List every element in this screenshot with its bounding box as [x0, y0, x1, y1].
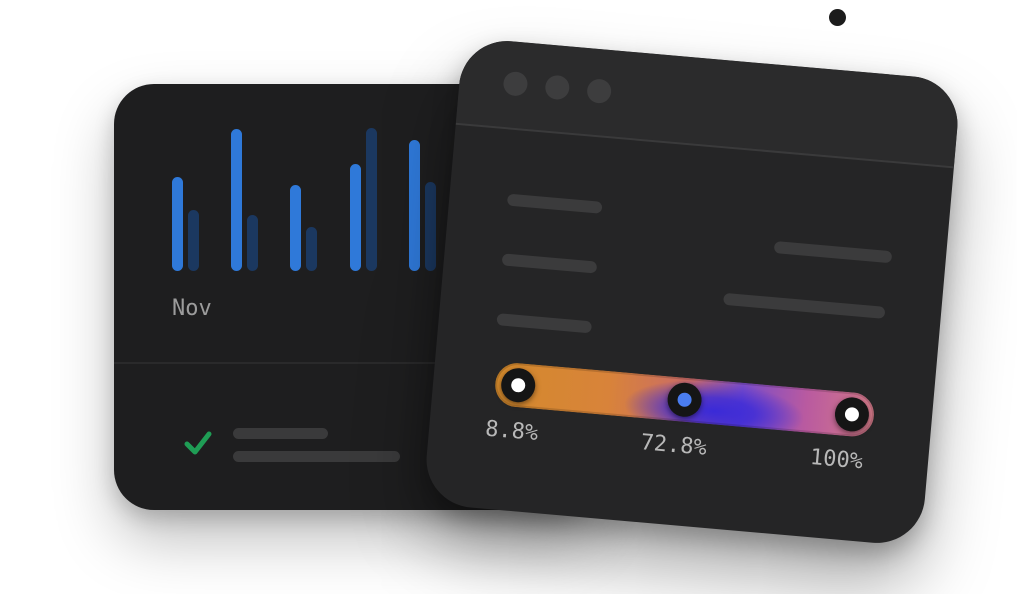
bar: [290, 185, 301, 271]
minimize-button[interactable]: [544, 74, 571, 101]
bar: [231, 129, 242, 271]
text-placeholder: [723, 292, 886, 319]
stop-value-label: 8.8%: [484, 416, 540, 447]
maximize-button[interactable]: [586, 78, 613, 105]
gradient-stop-dot: [676, 392, 693, 408]
text-placeholder: [501, 253, 598, 274]
stop-value-label: 72.8%: [639, 430, 708, 461]
text-placeholder: [773, 241, 893, 264]
gradient-stop-dot: [844, 406, 860, 422]
text-placeholder: [496, 313, 593, 334]
month-label: Nov: [172, 296, 212, 321]
bar: [350, 164, 361, 271]
check-icon: [184, 431, 212, 455]
bar: [172, 177, 183, 271]
bar: [425, 182, 436, 271]
bar: [306, 227, 317, 271]
bar: [409, 140, 420, 271]
bar: [366, 128, 377, 271]
status-dot: [829, 9, 846, 26]
gradient-stop-dot: [510, 377, 526, 393]
gradient-editor-window: 8.8% 72.8% 100%: [422, 37, 962, 547]
task-title-placeholder: [233, 428, 328, 439]
bar: [188, 210, 199, 271]
text-placeholder: [506, 193, 603, 214]
bar: [247, 215, 258, 271]
close-button[interactable]: [502, 70, 529, 97]
stop-value-label: 100%: [808, 444, 864, 475]
task-subtitle-placeholder: [233, 451, 400, 462]
